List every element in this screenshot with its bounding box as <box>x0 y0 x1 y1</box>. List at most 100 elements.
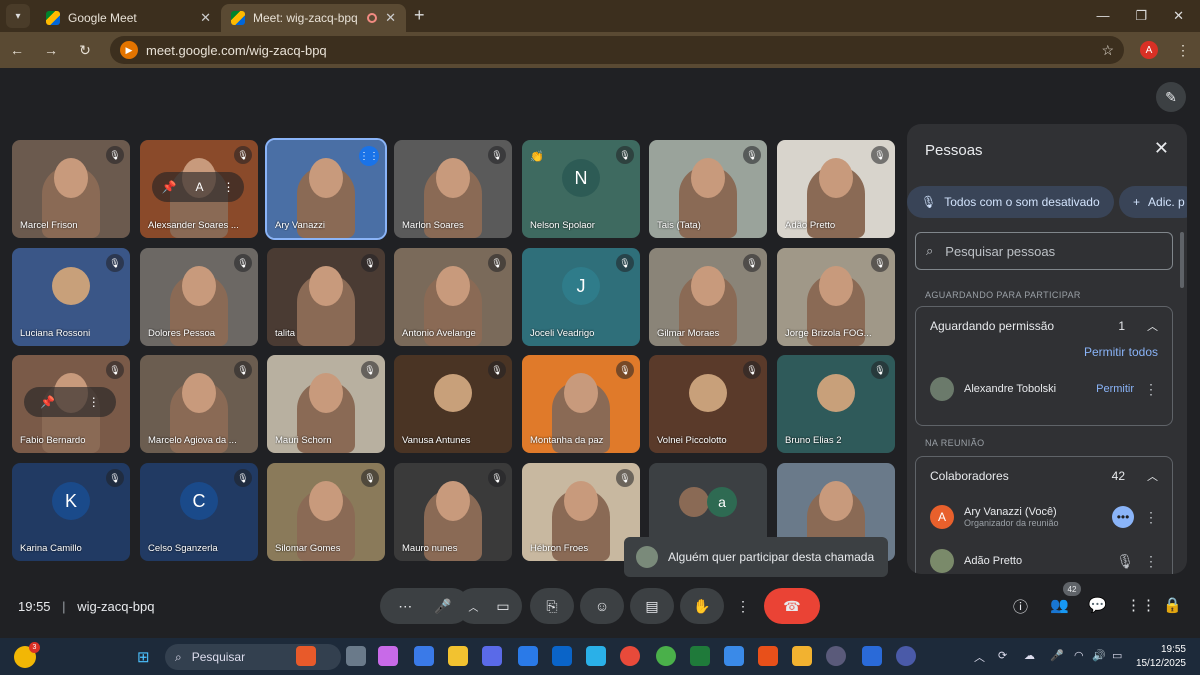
activities-icon[interactable]: ⋮⋮ <box>1126 596 1156 614</box>
forward-icon[interactable]: → <box>42 42 60 58</box>
excel-icon[interactable] <box>690 646 710 666</box>
tab-search-button[interactable]: ▾ <box>6 4 30 28</box>
permit-button[interactable]: Permitir <box>1096 383 1134 395</box>
reactions-button[interactable]: ☺ <box>580 588 624 624</box>
chevron-up-icon[interactable]: ︿ <box>468 599 478 614</box>
bookmark-star-icon[interactable]: ☆ <box>1101 42 1114 59</box>
audio-options-icon[interactable]: ⋯ <box>398 598 412 615</box>
media-player-icon[interactable] <box>826 646 846 666</box>
pin-icon[interactable]: 📌 <box>162 180 177 194</box>
host-controls-icon[interactable]: 🔒 <box>1163 596 1182 614</box>
search-highlight-icon[interactable] <box>296 646 316 666</box>
participant-tile[interactable]: 🎙 Mauro nunes <box>394 463 512 561</box>
participant-tile[interactable]: 🎙 Dolores Pessoa <box>140 248 258 346</box>
camera-site-icon[interactable]: ▶ <box>120 41 138 59</box>
system-clock[interactable]: 19:55 15/12/2025 <box>1136 643 1186 671</box>
join-request-toast[interactable]: Alguém quer participar desta chamada <box>624 537 888 577</box>
browser-menu-icon[interactable]: ⋮ <box>1174 42 1192 59</box>
edge-icon[interactable] <box>586 646 606 666</box>
participant-tile[interactable]: 🎙 Bruno Elias 2 <box>777 355 895 453</box>
more-options-button[interactable]: ⋮ <box>730 588 756 624</box>
participant-tile[interactable]: 🎙 Antonio Avelange <box>394 248 512 346</box>
close-tab-icon[interactable]: ✕ <box>385 10 396 26</box>
participant-tile[interactable]: 📌 A ⋮ 🎙 Alexsander Soares ... <box>140 140 258 238</box>
participant-tile[interactable]: N 👏 🎙 Nelson Spolaor <box>522 140 640 238</box>
tray-chevron-icon[interactable]: ︿ <box>974 649 985 665</box>
participant-tile[interactable]: 🎙 Marcel Frison <box>12 140 130 238</box>
captions-button[interactable]: ▤ <box>630 588 674 624</box>
waiting-group-header[interactable]: Aguardando permissão 1 ︿ <box>916 307 1172 345</box>
task-view-icon[interactable] <box>346 646 366 666</box>
tab-google-meet[interactable]: Google Meet ✕ <box>36 4 221 32</box>
participant-tile[interactable]: 🎙 talita <box>267 248 385 346</box>
collaborators-group-header[interactable]: Colaboradores 42 ︿ <box>916 457 1172 495</box>
participant-tile[interactable]: 📌 ⋮ 🎙 Fabio Bernardo <box>12 355 130 453</box>
participant-tile[interactable]: 🎙 Mauri Schorn <box>267 355 385 453</box>
participant-tile[interactable]: J 🎙 Joceli Veadrigo <box>522 248 640 346</box>
participant-tile[interactable]: 🎙 Hébron Froes <box>522 463 640 561</box>
mic-off-icon[interactable]: 🎙 <box>1116 553 1134 570</box>
store-icon[interactable] <box>414 646 434 666</box>
battery-icon[interactable]: ▭ <box>1112 649 1122 662</box>
meeting-info-icon[interactable]: ⓘ <box>1013 596 1028 617</box>
chevron-up-icon[interactable]: ︿ <box>1147 318 1158 334</box>
profile-avatar[interactable]: A <box>1140 41 1158 59</box>
raise-hand-button[interactable]: ✋ <box>680 588 724 624</box>
participant-tile[interactable]: 🎙 Marlon Soares <box>394 140 512 238</box>
zoom-icon[interactable] <box>518 646 538 666</box>
participant-tile[interactable]: 🎙 Marcelo Agiova da ... <box>140 355 258 453</box>
camera-icon[interactable]: ▭ <box>496 598 509 615</box>
participant-tile[interactable]: K 🎙 Karina Camillo <box>12 463 130 561</box>
participant-tile[interactable]: 🎙 Montanha da paz <box>522 355 640 453</box>
permit-all-button[interactable]: Permitir todos <box>916 345 1172 367</box>
chrome-icon[interactable] <box>620 646 640 666</box>
participant-tile[interactable]: 🎙 Gilmar Moraes <box>649 248 767 346</box>
new-tab-icon[interactable]: + <box>414 5 425 26</box>
participant-tile[interactable]: C 🎙 Celso Sganzerla <box>140 463 258 561</box>
close-tab-icon[interactable]: ✕ <box>200 10 211 26</box>
search-people-input[interactable]: ⌕ Pesquisar pessoas <box>915 232 1173 270</box>
participant-tile[interactable]: 🎙 Adão Pretto <box>777 140 895 238</box>
panel-scrollbar[interactable] <box>1180 232 1184 288</box>
participant-tile[interactable]: 🎙 Tais (Tata) <box>649 140 767 238</box>
office-icon[interactable] <box>758 646 778 666</box>
more-options-icon[interactable]: ⋮ <box>88 395 100 409</box>
chrome-profile-icon[interactable] <box>656 646 676 666</box>
close-panel-icon[interactable]: ✕ <box>1154 138 1169 159</box>
app-icon[interactable] <box>896 646 916 666</box>
copilot-icon[interactable] <box>378 646 398 666</box>
weather-widget-icon[interactable]: 3 <box>14 642 40 668</box>
chevron-up-icon[interactable]: ︿ <box>1147 468 1158 484</box>
leave-call-button[interactable]: ☎ <box>764 588 820 624</box>
tab-meet-call[interactable]: Meet: wig-zacq-bpq ✕ <box>221 4 406 32</box>
security-icon[interactable] <box>792 646 812 666</box>
participant-tile[interactable]: 🎙 Luciana Rossoni <box>12 248 130 346</box>
remote-desktop-icon[interactable] <box>724 646 744 666</box>
cloud-icon[interactable]: ☁ <box>1024 649 1035 662</box>
volume-icon[interactable]: 🔊 <box>1092 649 1106 662</box>
back-icon[interactable]: ← <box>8 42 26 58</box>
effects-wand-icon[interactable]: ✎ <box>1156 82 1186 112</box>
more-options-icon[interactable]: ⋮ <box>1144 509 1158 526</box>
present-button[interactable]: ⎘ <box>530 588 574 624</box>
more-options-icon[interactable]: ⋮ <box>1144 381 1158 398</box>
participant-tile[interactable]: ⋮⋮ Ary Vanazzi <box>265 138 387 240</box>
file-explorer-icon[interactable] <box>448 646 468 666</box>
participant-tile[interactable]: 🎙 Vanusa Antunes <box>394 355 512 453</box>
more-options-icon[interactable]: ⋮ <box>222 180 234 194</box>
people-icon[interactable]: 👥 <box>1050 596 1069 614</box>
reload-icon[interactable]: ↻ <box>76 42 94 59</box>
more-options-icon[interactable]: ⋮ <box>1144 553 1158 570</box>
outlook-icon[interactable] <box>552 646 572 666</box>
participant-tile[interactable]: 🎙 Silomar Gomes <box>267 463 385 561</box>
participant-tile[interactable]: 🎙 Jorge Brizola FOG... <box>777 248 895 346</box>
sync-icon[interactable]: ⟳ <box>998 649 1007 662</box>
mic-tray-icon[interactable]: 🎤 <box>1050 649 1064 662</box>
wifi-icon[interactable]: ◠ <box>1074 649 1084 662</box>
mic-icon[interactable]: 🎤 <box>434 598 451 615</box>
chat-icon[interactable]: 💬 <box>1088 596 1107 614</box>
pin-icon[interactable]: 📌 <box>40 395 55 409</box>
minimize-icon[interactable]: — <box>1096 8 1109 24</box>
address-bar[interactable]: ▶ meet.google.com/wig-zacq-bpq ☆ <box>110 36 1124 64</box>
restore-icon[interactable]: ❐ <box>1135 8 1147 24</box>
